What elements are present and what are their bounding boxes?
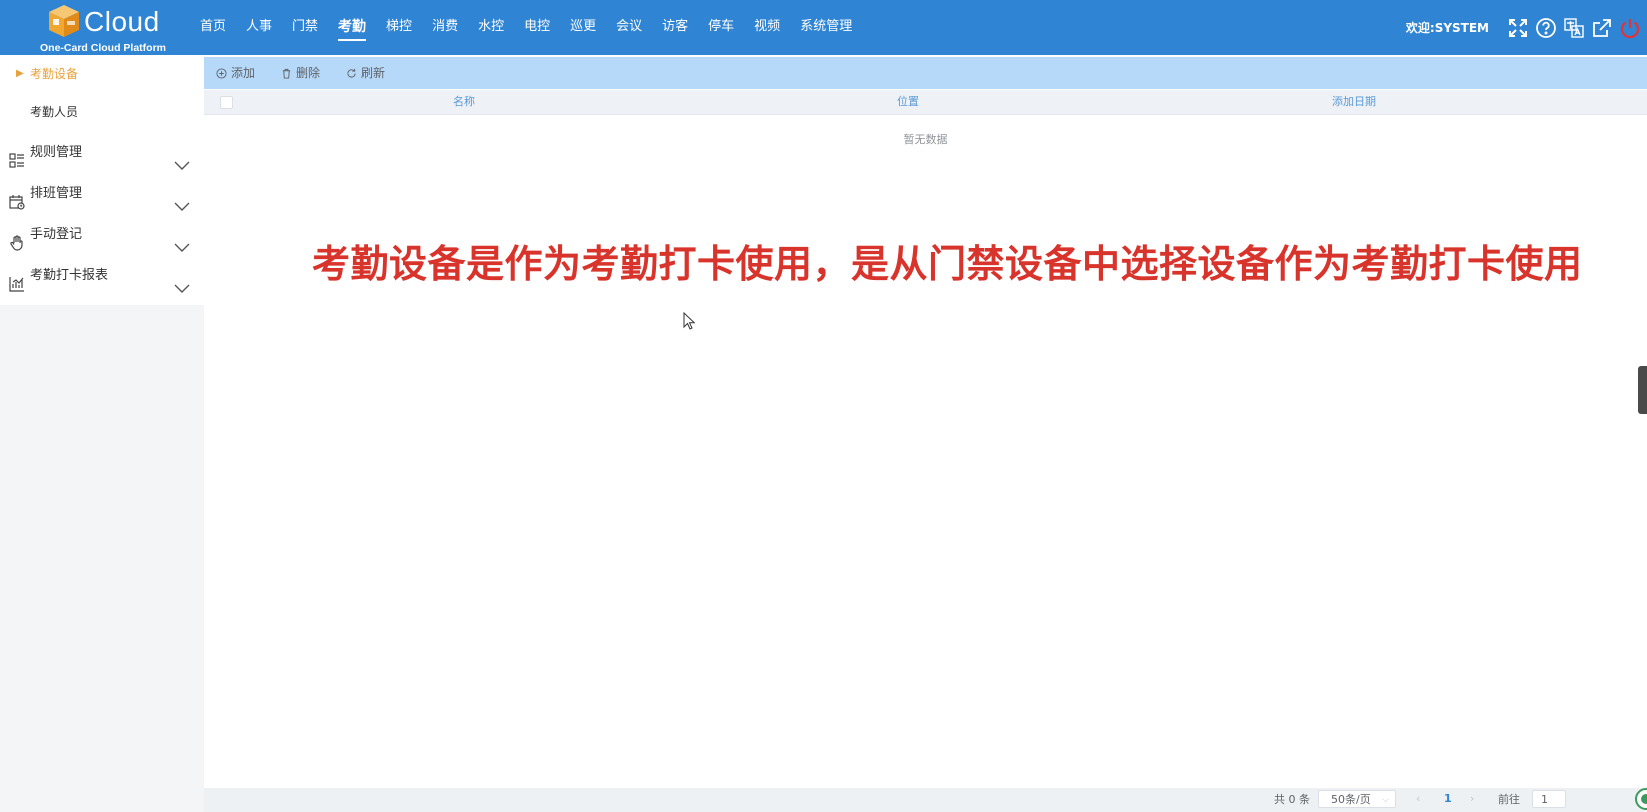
nav-item-personnel[interactable]: 人事 — [246, 0, 272, 55]
current-page-number[interactable]: 1 — [1444, 790, 1452, 808]
fullscreen-icon[interactable] — [1507, 17, 1529, 39]
power-icon[interactable] — [1619, 17, 1641, 39]
nav-item-visitor[interactable]: 访客 — [662, 0, 688, 55]
toolbar: 添加 删除 刷新 — [204, 57, 1647, 89]
calendar-icon — [9, 186, 25, 210]
sidebar-group-manual-registration[interactable]: 手动登记 — [0, 214, 204, 256]
pagination-bar: 共 0 条 50条/页 ⌵ ‹ 1 › 前往 1 — [204, 788, 1647, 812]
chevron-down-icon[interactable] — [174, 270, 190, 293]
nav-item-system-management[interactable]: 系统管理 — [800, 0, 852, 55]
rules-icon — [9, 145, 25, 168]
page-nav: ‹ 1 › — [1412, 790, 1484, 808]
logo-subtitle: One-Card Cloud Platform — [40, 42, 167, 54]
sidebar-item-label: 考勤设备 — [30, 67, 79, 81]
header-actions: 欢迎:SYSTEM — [1406, 0, 1647, 55]
nav-item-power-control[interactable]: 电控 — [524, 0, 550, 55]
select-all-checkbox[interactable] — [220, 96, 233, 109]
sidebar-group-label: 规则管理 — [30, 145, 83, 160]
goto-page-input[interactable]: 1 — [1532, 790, 1566, 808]
delete-button-label: 删除 — [296, 66, 321, 80]
add-icon — [216, 67, 227, 79]
nav-item-elevator[interactable]: 梯控 — [386, 0, 412, 55]
logo-text: Cloud — [84, 6, 160, 37]
column-header-add-date[interactable]: 添加日期 — [1284, 90, 1424, 114]
add-button[interactable]: 添加 — [216, 57, 255, 89]
mouse-cursor-icon — [683, 312, 695, 330]
nav-item-video[interactable]: 视频 — [754, 0, 780, 55]
external-link-icon[interactable] — [1591, 17, 1613, 39]
sidebar-menu: ▶ 考勤设备 考勤人员 规则管理 排班管理 手动登记 考勤打卡报表 — [0, 55, 204, 305]
sidebar-item-label: 考勤人员 — [30, 105, 79, 119]
sidebar-group-label: 考勤打卡报表 — [30, 268, 109, 283]
active-indicator-icon: ▶ — [16, 68, 24, 79]
sidebar-group-attendance-report[interactable]: 考勤打卡报表 — [0, 255, 204, 297]
chevron-down-icon[interactable] — [174, 229, 190, 252]
logo-cube-icon — [49, 5, 79, 37]
chevron-down-icon[interactable] — [174, 147, 190, 170]
help-icon[interactable] — [1535, 17, 1557, 39]
language-icon[interactable] — [1563, 17, 1585, 39]
refresh-icon — [347, 68, 356, 78]
nav-item-access-control[interactable]: 门禁 — [292, 0, 318, 55]
nav-item-patrol[interactable]: 巡更 — [570, 0, 596, 55]
total-count: 共 0 条 — [1274, 793, 1310, 806]
video-caption: 考勤设备是作为考勤打卡使用，是从门禁设备中选择设备作为考勤打卡使用 — [312, 242, 1583, 286]
nav-item-parking[interactable]: 停车 — [708, 0, 734, 55]
prev-page-button[interactable]: ‹ — [1416, 790, 1420, 808]
next-page-button[interactable]: › — [1470, 790, 1474, 808]
hand-icon — [9, 227, 25, 251]
column-header-name[interactable]: 名称 — [394, 90, 534, 114]
nav-item-home[interactable]: 首页 — [200, 0, 226, 55]
sidebar-group-scheduling[interactable]: 排班管理 — [0, 173, 204, 215]
add-button-label: 添加 — [231, 66, 256, 80]
welcome-text: 欢迎:SYSTEM — [1405, 21, 1489, 35]
page-size-value: 50条/页 — [1331, 793, 1371, 806]
sidebar-group-label: 排班管理 — [30, 186, 83, 201]
trash-icon — [282, 68, 291, 79]
refresh-button[interactable]: 刷新 — [346, 57, 385, 89]
main-nav: 首页 人事 门禁 考勤 梯控 消费 水控 电控 巡更 会议 访客 停车 视频 系… — [200, 0, 872, 55]
delete-button[interactable]: 删除 — [281, 57, 320, 89]
chevron-down-icon[interactable] — [174, 188, 190, 211]
column-header-location[interactable]: 位置 — [838, 90, 978, 114]
nav-item-consumption[interactable]: 消费 — [432, 0, 458, 55]
refresh-button-label: 刷新 — [361, 66, 386, 80]
report-chart-icon — [9, 268, 25, 292]
sidebar-item-attendance-staff[interactable]: 考勤人员 — [0, 93, 204, 131]
sidebar-group-label: 手动登记 — [30, 227, 83, 242]
empty-table-text: 暂无数据 — [903, 133, 948, 146]
nav-item-attendance[interactable]: 考勤 — [338, 0, 367, 55]
top-navbar: Cloud One-Card Cloud Platform 首页 人事 门禁 考… — [0, 0, 1647, 55]
goto-label: 前往 — [1498, 793, 1520, 806]
table-header: 名称 位置 添加日期 — [204, 90, 1647, 115]
sidebar: ▶ 考勤设备 考勤人员 规则管理 排班管理 手动登记 考勤打卡报表 — [0, 55, 205, 812]
page-size-select[interactable]: 50条/页 ⌵ — [1318, 790, 1396, 808]
nav-item-meeting[interactable]: 会议 — [616, 0, 642, 55]
side-drawer-handle[interactable] — [1638, 366, 1647, 414]
chevron-down-icon: ⌵ — [1382, 795, 1389, 805]
logo[interactable]: Cloud One-Card Cloud Platform — [40, 4, 190, 54]
corner-widget-icon[interactable] — [1634, 788, 1647, 810]
main-content: 添加 删除 刷新 名称 位置 添加日期 暂无数据 考勤设备是作为考勤打卡使用，是… — [204, 55, 1647, 812]
sidebar-group-rules[interactable]: 规则管理 — [0, 132, 204, 174]
sidebar-item-attendance-device[interactable]: ▶ 考勤设备 — [0, 55, 204, 93]
nav-item-water-control[interactable]: 水控 — [478, 0, 504, 55]
